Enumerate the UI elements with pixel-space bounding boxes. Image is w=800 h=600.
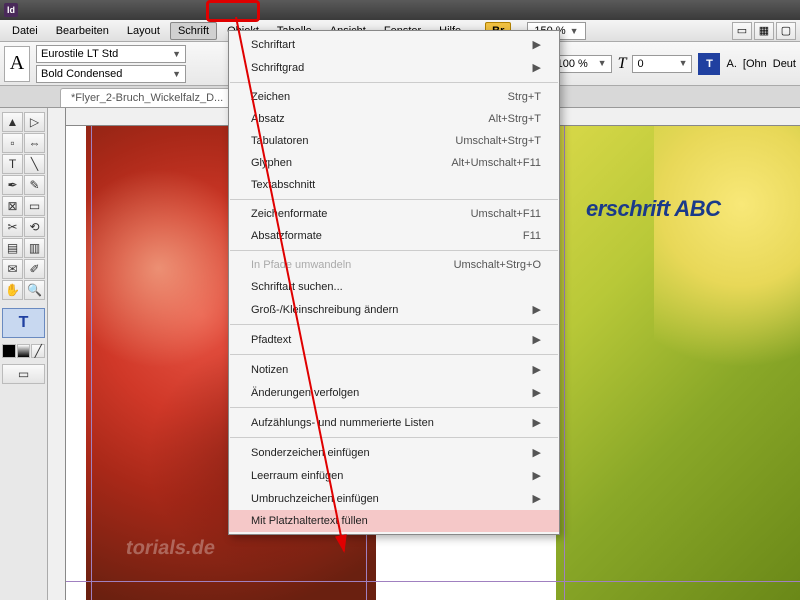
menu-layout[interactable]: Layout bbox=[119, 22, 168, 40]
chevron-right-icon: ▶ bbox=[533, 303, 541, 316]
font-family-select[interactable]: Eurostile LT Std▼ bbox=[36, 45, 186, 63]
menu-item[interactable]: AbsatzAlt+Strg+T bbox=[229, 108, 559, 130]
menu-item[interactable]: Mit Platzhaltertext füllen bbox=[229, 510, 559, 532]
arrange-button[interactable]: ▦ bbox=[754, 22, 774, 40]
menu-item[interactable]: ZeichenStrg+T bbox=[229, 86, 559, 108]
watermark: torials.de bbox=[124, 537, 217, 560]
guide[interactable] bbox=[91, 126, 92, 600]
line-tool[interactable]: ╲ bbox=[24, 154, 45, 174]
menu-item[interactable]: GlyphenAlt+Umschalt+F11 bbox=[229, 152, 559, 174]
menu-item[interactable]: Pfadtext▶ bbox=[229, 328, 559, 351]
free-transform-tool[interactable]: ⟲ bbox=[24, 217, 45, 237]
titlebar: Id bbox=[0, 0, 800, 20]
menu-item[interactable]: Textabschnitt bbox=[229, 174, 559, 196]
view-mode-button[interactable]: ▭ bbox=[732, 22, 752, 40]
menu-item[interactable]: Schriftart suchen... bbox=[229, 276, 559, 298]
menu-schrift[interactable]: Schrift bbox=[170, 22, 217, 40]
app-icon: Id bbox=[4, 3, 18, 17]
gap-tool[interactable]: ⇔ bbox=[24, 133, 45, 153]
type-tool[interactable]: T bbox=[2, 154, 23, 174]
chevron-right-icon: ▶ bbox=[533, 492, 541, 505]
menu-bearbeiten[interactable]: Bearbeiten bbox=[48, 22, 117, 40]
chevron-down-icon: ▼ bbox=[172, 69, 181, 79]
guide[interactable] bbox=[564, 126, 565, 600]
zoom-tool[interactable]: 🔍 bbox=[24, 280, 45, 300]
toolbox: ▲▷ ▫⇔ T╲ ✒✎ ⊠▭ ✂⟲ ▤▥ ✉✐ ✋🔍 T ╱ ▭ bbox=[0, 108, 48, 600]
menu-item[interactable]: TabulatorenUmschalt+Strg+T bbox=[229, 130, 559, 152]
menu-item[interactable]: AbsatzformateF11 bbox=[229, 225, 559, 247]
rectangle-frame-tool[interactable]: ⊠ bbox=[2, 196, 23, 216]
skew-icon: T bbox=[618, 55, 627, 73]
chevron-down-icon: ▼ bbox=[172, 49, 181, 59]
language-label[interactable]: Deut bbox=[773, 58, 796, 70]
chevron-right-icon: ▶ bbox=[533, 38, 541, 51]
horizontal-scale-field[interactable]: 100 %▼ bbox=[552, 55, 612, 73]
apply-color-icon[interactable] bbox=[2, 344, 16, 358]
selection-tool[interactable]: ▲ bbox=[2, 112, 23, 132]
chevron-right-icon: ▶ bbox=[533, 333, 541, 346]
guide[interactable] bbox=[66, 581, 800, 582]
menu-item[interactable]: Änderungen verfolgen▶ bbox=[229, 381, 559, 404]
ruler-vertical[interactable] bbox=[48, 108, 66, 600]
font-style-select[interactable]: Bold Condensed▼ bbox=[36, 65, 186, 83]
schrift-dropdown: Schriftart▶Schriftgrad▶ZeichenStrg+TAbsa… bbox=[228, 30, 560, 535]
chevron-right-icon: ▶ bbox=[533, 446, 541, 459]
view-mode-normal[interactable]: ▭ bbox=[2, 364, 45, 384]
eyedropper-tool[interactable]: ✐ bbox=[24, 259, 45, 279]
chevron-right-icon: ▶ bbox=[533, 469, 541, 482]
page-tool[interactable]: ▫ bbox=[2, 133, 23, 153]
menu-item[interactable]: Groß-/Kleinschreibung ändern▶ bbox=[229, 298, 559, 321]
menu-item[interactable]: Sonderzeichen einfügen▶ bbox=[229, 441, 559, 464]
menu-item[interactable]: ZeichenformateUmschalt+F11 bbox=[229, 203, 559, 225]
screen-mode-button[interactable]: ▢ bbox=[776, 22, 796, 40]
menu-item[interactable]: Schriftgrad▶ bbox=[229, 56, 559, 79]
menu-item: In Pfade umwandelnUmschalt+Strg+O bbox=[229, 254, 559, 276]
menu-datei[interactable]: Datei bbox=[4, 22, 46, 40]
fill-stroke-swatch[interactable]: T bbox=[2, 308, 45, 338]
character-panel-icon[interactable]: A bbox=[4, 46, 30, 82]
pen-tool[interactable]: ✒ bbox=[2, 175, 23, 195]
chevron-right-icon: ▶ bbox=[533, 416, 541, 429]
apply-none-icon[interactable]: ╱ bbox=[31, 344, 45, 358]
chevron-right-icon: ▶ bbox=[533, 363, 541, 376]
rectangle-tool[interactable]: ▭ bbox=[24, 196, 45, 216]
note-tool[interactable]: ✉ bbox=[2, 259, 23, 279]
menu-item[interactable]: Schriftart▶ bbox=[229, 33, 559, 56]
char-color-icon[interactable]: T bbox=[698, 53, 720, 75]
scissors-tool[interactable]: ✂ bbox=[2, 217, 23, 237]
chevron-right-icon: ▶ bbox=[533, 61, 541, 74]
menu-item[interactable]: Leerraum einfügen▶ bbox=[229, 464, 559, 487]
hand-tool[interactable]: ✋ bbox=[2, 280, 23, 300]
gradient-feather-tool[interactable]: ▥ bbox=[24, 238, 45, 258]
char-style-label: A. bbox=[726, 58, 736, 70]
apply-gradient-icon[interactable] bbox=[17, 344, 31, 358]
menu-item[interactable]: Notizen▶ bbox=[229, 358, 559, 381]
headline-text[interactable]: erschrift ABC bbox=[586, 196, 721, 222]
chevron-down-icon: ▼ bbox=[570, 26, 579, 36]
char-style-value[interactable]: [Ohn bbox=[743, 58, 767, 70]
pencil-tool[interactable]: ✎ bbox=[24, 175, 45, 195]
direct-selection-tool[interactable]: ▷ bbox=[24, 112, 45, 132]
menu-item[interactable]: Umbruchzeichen einfügen▶ bbox=[229, 487, 559, 510]
menu-item[interactable]: Aufzählungs- und nummerierte Listen▶ bbox=[229, 411, 559, 434]
gradient-swatch-tool[interactable]: ▤ bbox=[2, 238, 23, 258]
tab-document-1[interactable]: *Flyer_2-Bruch_Wickelfalz_D...× bbox=[60, 88, 246, 107]
skew-field[interactable]: 0▼ bbox=[632, 55, 692, 73]
chevron-right-icon: ▶ bbox=[533, 386, 541, 399]
